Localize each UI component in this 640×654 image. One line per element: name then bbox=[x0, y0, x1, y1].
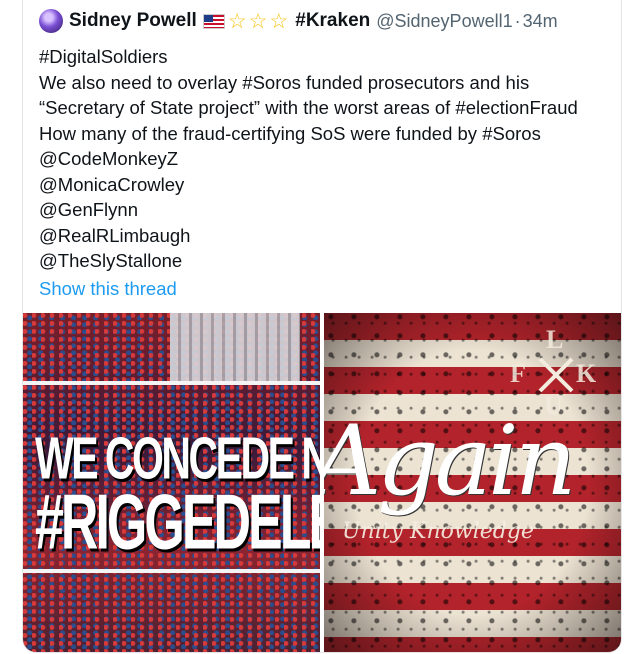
media-image-flag[interactable]: L F K U Again Unity Knowledge bbox=[324, 313, 621, 652]
tweet-line: “Secretary of State project” with the wo… bbox=[39, 97, 578, 118]
tweet-media: WE CONCEDE NOTHING #RIGGEDELECTION L F K… bbox=[23, 313, 621, 652]
tweet-line: We also need to overlay #Soros funded pr… bbox=[39, 71, 530, 93]
separator-dot: · bbox=[514, 10, 521, 31]
tweet-time[interactable]: 34m bbox=[523, 11, 558, 32]
mention-link[interactable]: @CodeMonkeyZ bbox=[39, 146, 609, 172]
mention-link[interactable]: @MonicaCrowley bbox=[39, 172, 609, 198]
star-icon: ☆ bbox=[248, 9, 268, 33]
avatar[interactable] bbox=[39, 9, 63, 33]
script-word: Again bbox=[324, 405, 577, 517]
divider bbox=[23, 381, 320, 385]
image-caption-line2: #RIGGEDELECTION bbox=[35, 479, 320, 567]
tweet-card[interactable]: Sidney Powell ☆ ☆ ☆ #Kraken @SidneyPowel… bbox=[22, 0, 622, 653]
mention-link[interactable]: @GenFlynn bbox=[39, 197, 609, 223]
logo-letter: F bbox=[510, 359, 526, 388]
cross-mark-icon bbox=[538, 357, 574, 393]
logo-letter: L bbox=[546, 325, 564, 354]
logo-letter: K bbox=[576, 359, 597, 388]
building-graphic bbox=[170, 313, 300, 383]
show-thread-link[interactable]: Show this thread bbox=[39, 276, 609, 302]
star-icon: ☆ bbox=[227, 9, 247, 33]
tweet-line[interactable]: #DigitalSoldiers bbox=[39, 44, 609, 70]
divider bbox=[23, 569, 320, 573]
media-image-rally[interactable]: WE CONCEDE NOTHING #RIGGEDELECTION bbox=[23, 313, 320, 652]
tweet-header: Sidney Powell ☆ ☆ ☆ #Kraken @SidneyPowel… bbox=[39, 6, 558, 36]
star-icon: ☆ bbox=[269, 9, 289, 33]
flag-us-icon bbox=[202, 13, 225, 29]
image-tagline: Unity Knowledge bbox=[342, 519, 534, 544]
tweet-text: #DigitalSoldiers We also need to overlay… bbox=[39, 44, 609, 301]
author-name[interactable]: Sidney Powell bbox=[69, 10, 197, 32]
mention-link[interactable]: @TheSlyStallone bbox=[39, 248, 609, 274]
tweet-line: How many of the fraud-certifying SoS wer… bbox=[39, 122, 541, 144]
author-handle[interactable]: @SidneyPowell1 bbox=[376, 11, 512, 32]
mention-link[interactable]: @RealRLimbaugh bbox=[39, 223, 609, 249]
author-name-suffix: #Kraken bbox=[295, 10, 371, 31]
